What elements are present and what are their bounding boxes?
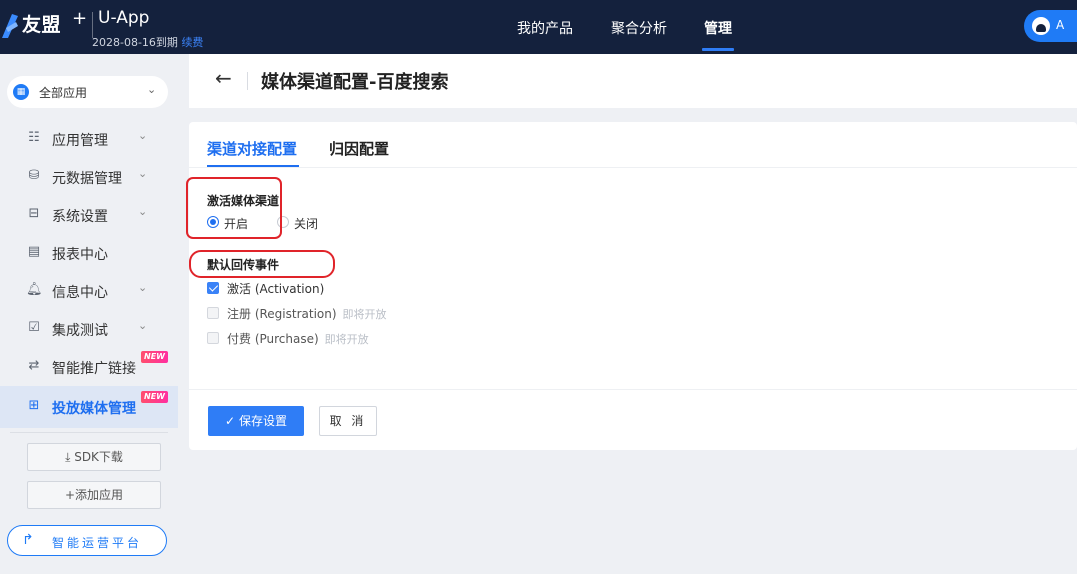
grid-list-icon: ☷ [28, 130, 40, 145]
sidebar-item-label: 集成测试 [52, 323, 108, 339]
user-menu[interactable]: A [1024, 10, 1077, 42]
sidebar-divider [10, 432, 168, 433]
nav-manage[interactable]: 管理 [704, 18, 732, 38]
sidebar-item-label: 投放媒体管理 [52, 401, 136, 417]
sidebar-item-label: 元数据管理 [52, 171, 122, 187]
sidebar-item-app-management[interactable]: ☷ 应用管理 ⌄ [0, 120, 178, 158]
footer-divider [189, 389, 1077, 390]
chevron-down-icon: ⌄ [138, 129, 148, 142]
page-header: ← 媒体渠道配置-百度搜索 [189, 54, 1077, 108]
chevron-down-icon: ⌄ [138, 167, 148, 180]
top-bar: 友盟 + U-App 2028-08-16到期 续费 我的产品 聚合分析 管理 … [0, 0, 1077, 54]
coming-soon-hint: 即将开放 [324, 333, 369, 346]
purchase-text: 付费 (Purchase) [227, 332, 319, 346]
checkbox-registration-label: 注册 (Registration) 即将开放 [227, 305, 387, 322]
all-apps-selector[interactable]: ▦ 全部应用 ⌄ [7, 76, 168, 108]
tab-attribution-config[interactable]: 归因配置 [329, 138, 389, 159]
smart-ops-platform-button[interactable]: ↱ 智能运营平台 [7, 525, 167, 556]
chevron-down-icon: ⌄ [138, 319, 148, 332]
sidebar-item-label: 信息中心 [52, 285, 108, 301]
sidebar-item-metadata[interactable]: ⛁ 元数据管理 ⌄ [0, 158, 178, 196]
report-icon: ▤ [27, 244, 41, 259]
registration-text: 注册 (Registration) [227, 307, 337, 321]
radio-disable-label[interactable]: 关闭 [294, 215, 318, 232]
robot-icon [1036, 24, 1046, 32]
sidebar-item-smart-promo-link[interactable]: ⇄ 智能推广链接 NEW [0, 348, 178, 386]
brand-name[interactable]: 友盟 [22, 10, 61, 37]
save-label: 保存设置 [238, 414, 287, 428]
avatar [1032, 17, 1050, 35]
checkbox-activation[interactable] [207, 282, 219, 294]
sidebar-item-label: 系统设置 [52, 209, 108, 225]
add-app-button[interactable]: +添加应用 [27, 481, 161, 509]
expire-text: 2028-08-16到期 [92, 36, 178, 49]
sidebar-item-label: 应用管理 [52, 133, 108, 149]
sidebar-item-media-management[interactable]: ⊞ 投放媒体管理 NEW [0, 386, 178, 428]
sdk-download-label: SDK下载 [74, 450, 123, 464]
apps-grid-icon: ▦ [13, 84, 29, 100]
ops-platform-label: 智能运营平台 [52, 536, 143, 550]
sdk-download-button[interactable]: ⤓ SDK下载 [27, 443, 161, 471]
share-arrow-icon: ↱ [22, 532, 34, 548]
sidebar-item-label: 报表中心 [52, 247, 108, 263]
renew-link[interactable]: 续费 [181, 36, 203, 49]
sidebar-item-integration-test[interactable]: ☑ 集成测试 ⌄ [0, 310, 178, 348]
monitor-check-icon: ☑ [28, 320, 40, 335]
media-icon: ⊞ [28, 398, 40, 413]
settings-panel-icon: ⊟ [28, 206, 40, 221]
chevron-down-icon: ⌄ [147, 83, 157, 96]
page-title: 媒体渠道配置-百度搜索 [261, 72, 449, 93]
header-divider [247, 72, 248, 90]
sidebar-item-system-settings[interactable]: ⊟ 系统设置 ⌄ [0, 196, 178, 234]
config-card: 渠道对接配置 归因配置 激活媒体渠道 开启 关闭 默认回传事件 激活 (Acti… [189, 122, 1077, 450]
nav-aggregate-analysis[interactable]: 聚合分析 [611, 18, 667, 38]
new-badge: NEW [141, 351, 168, 363]
link-icon: ⇄ [28, 358, 40, 373]
cancel-button[interactable]: 取 消 [319, 406, 377, 436]
tab-channel-config[interactable]: 渠道对接配置 [207, 138, 297, 159]
checkbox-registration[interactable] [207, 307, 219, 319]
highlight-events-section [189, 250, 335, 278]
nav-active-indicator [702, 48, 734, 51]
check-icon: ✓ [225, 414, 236, 428]
database-icon: ⛁ [28, 168, 40, 183]
bell-icon: 🔔︎ [26, 282, 43, 297]
coming-soon-hint: 即将开放 [342, 308, 387, 321]
sidebar-item-report-center[interactable]: ▤ 报表中心 [0, 234, 178, 272]
save-settings-button[interactable]: ✓ 保存设置 [208, 406, 304, 436]
checkbox-activation-label[interactable]: 激活 (Activation) [227, 280, 324, 297]
user-name: A [1056, 18, 1065, 32]
checkbox-purchase-label: 付费 (Purchase) 即将开放 [227, 330, 369, 347]
all-apps-label: 全部应用 [39, 86, 88, 100]
nav-my-products[interactable]: 我的产品 [517, 18, 573, 38]
new-badge: NEW [141, 391, 168, 403]
sidebar-item-label: 智能推广链接 [52, 361, 136, 377]
umeng-logo-icon [2, 14, 18, 38]
download-icon: ⤓ [65, 450, 71, 464]
expire-date: 2028-08-16到期 续费 [92, 34, 203, 50]
sidebar-item-info-center[interactable]: 🔔︎ 信息中心 ⌄ [0, 272, 178, 310]
app-name[interactable]: U-App [98, 8, 149, 28]
chevron-down-icon: ⌄ [138, 281, 148, 294]
sidebar: ▦ 全部应用 ⌄ ☷ 应用管理 ⌄ ⛁ 元数据管理 ⌄ ⊟ 系统设置 ⌄ ▤ 报… [0, 54, 178, 574]
back-arrow-icon[interactable]: ← [215, 66, 232, 90]
tabs-divider [189, 167, 1077, 168]
checkbox-purchase[interactable] [207, 332, 219, 344]
brand-plus: + [72, 8, 88, 29]
chevron-down-icon: ⌄ [138, 205, 148, 218]
highlight-activation-section [186, 177, 282, 239]
